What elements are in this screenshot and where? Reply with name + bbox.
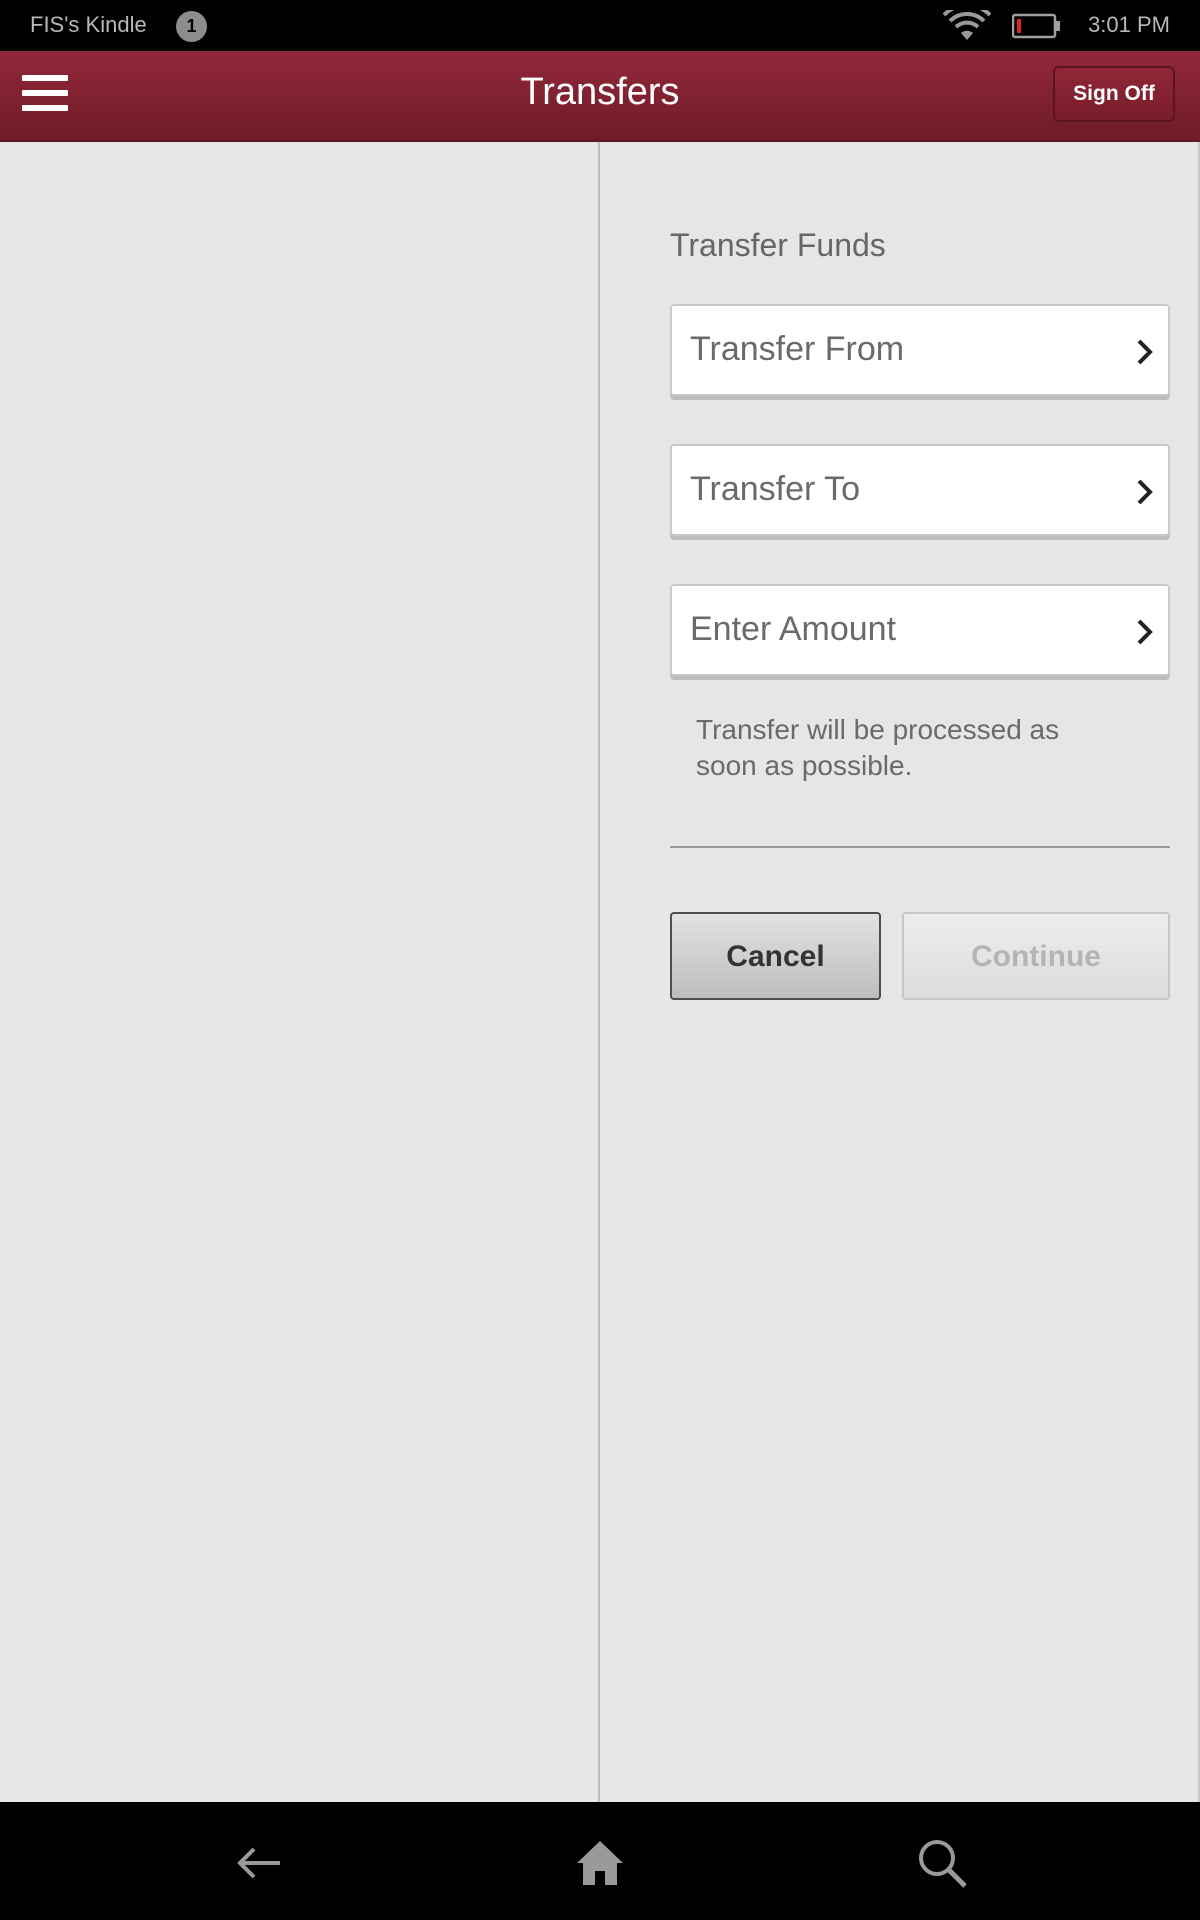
field-label: Enter Amount [690, 610, 897, 648]
field-label: Transfer To [690, 470, 861, 508]
transfer-from-field[interactable]: Transfer From [670, 304, 1170, 396]
chevron-right-icon [1136, 338, 1154, 370]
divider [670, 846, 1170, 848]
status-bar: FIS's Kindle 1 3:01 PM [0, 0, 1200, 51]
sign-off-button[interactable]: Sign Off [1053, 66, 1175, 122]
chevron-right-icon [1136, 618, 1154, 650]
transfer-form: Transfer Funds Transfer From Transfer To… [600, 142, 1200, 1802]
app-header: Transfers Sign Off [0, 51, 1200, 142]
left-pane [0, 142, 600, 1802]
notification-badge[interactable]: 1 [176, 11, 207, 42]
back-arrow-icon[interactable] [232, 1836, 286, 1890]
page-title: Transfers [520, 71, 680, 113]
search-icon[interactable] [915, 1836, 969, 1890]
system-nav-bar [0, 1802, 1200, 1920]
continue-button[interactable]: Continue [902, 912, 1170, 1000]
home-icon[interactable] [573, 1836, 627, 1890]
wifi-icon [942, 3, 992, 47]
clock: 3:01 PM [1088, 12, 1170, 37]
processing-note: Transfer will be processed as soon as po… [696, 714, 1060, 781]
chevron-right-icon [1136, 478, 1154, 510]
cancel-button[interactable]: Cancel [670, 912, 881, 1000]
transfer-to-field[interactable]: Transfer To [670, 444, 1170, 536]
device-name: FIS's Kindle [30, 12, 147, 37]
battery-low-icon [1011, 13, 1062, 44]
field-label: Transfer From [690, 330, 905, 368]
section-title: Transfer Funds [670, 227, 886, 263]
enter-amount-field[interactable]: Enter Amount [670, 584, 1170, 676]
